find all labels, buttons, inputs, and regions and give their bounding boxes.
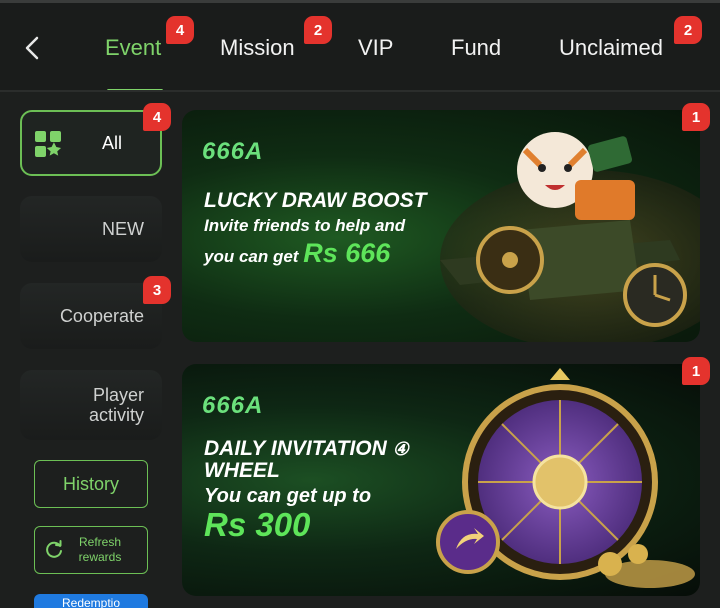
sidebar-item-all[interactable]: All [20, 110, 162, 176]
tab-event-badge: 4 [166, 16, 194, 44]
sidebar-item-label: Cooperate [59, 305, 144, 326]
wheel-illustration [436, 368, 695, 588]
banner-title-line2: WHEEL [204, 459, 280, 482]
sidebar-item-new[interactable]: NEW [20, 196, 162, 262]
brand-logo: 666A [202, 392, 264, 419]
sidebar-item-cooperate[interactable]: Cooperate [20, 283, 162, 349]
history-label: History [62, 473, 119, 494]
banner-line2: Invite friends to help and [204, 216, 406, 235]
banner-amount: Rs 300 [204, 506, 311, 543]
history-button[interactable]: History [34, 460, 148, 508]
sidebar-item-label: NEW [102, 218, 144, 239]
chevron-left-icon[interactable] [18, 33, 48, 63]
tab-fund[interactable]: Fund [451, 35, 501, 61]
tab-mission-badge: 2 [304, 16, 332, 44]
sidebar-item-label: Player activity [88, 385, 144, 425]
banner-amount: Rs 666 [303, 238, 391, 268]
banner-title-mark: ④ [392, 439, 409, 459]
banner-subtitle: You can get up to [204, 485, 372, 507]
refresh-rewards-button[interactable]: Refresh rewards [34, 526, 148, 574]
banner-line3: you can get Rs 666 [204, 238, 390, 269]
redemption-button[interactable]: Redemptio [34, 594, 148, 608]
redemption-label: Redemptio [61, 596, 121, 608]
lucky-draw-illustration [440, 132, 700, 342]
sidebar-item-label: All [102, 132, 123, 153]
banner2-badge: 1 [682, 357, 710, 385]
tab-unclaimed-badge: 2 [674, 16, 702, 44]
banner-line3-prefix: you can get [204, 247, 299, 266]
top-nav: Event 4 Mission 2 VIP Fund Unclaimed 2 [0, 0, 720, 92]
banner-title-line1: DAILY INVITATION ④ [204, 438, 409, 460]
tab-unclaimed[interactable]: Unclaimed [559, 35, 663, 61]
banner-daily-wheel[interactable]: 666A DAILY INVITATION ④ WHEEL You can ge… [182, 364, 700, 596]
refresh-icon [46, 540, 62, 558]
banner-title-text: DAILY INVITATION [204, 437, 387, 460]
sidebar-cooperate-badge: 3 [143, 276, 171, 304]
banner-lucky-draw[interactable]: 666A LUCKY DRAW BOOST Invite friends to … [182, 110, 700, 342]
banner1-badge: 1 [682, 103, 710, 131]
tab-vip[interactable]: VIP [358, 35, 393, 61]
tab-event[interactable]: Event [105, 35, 161, 61]
refresh-rewards-label: Refresh rewards [78, 535, 122, 564]
grid-icon [35, 131, 62, 157]
brand-logo: 666A [202, 138, 264, 165]
nav-divider [0, 90, 720, 92]
sidebar-all-badge: 4 [143, 103, 171, 131]
sidebar-item-player-activity[interactable]: Player activity [20, 370, 162, 440]
tab-mission[interactable]: Mission [220, 35, 295, 61]
banner-title: LUCKY DRAW BOOST [204, 189, 427, 212]
